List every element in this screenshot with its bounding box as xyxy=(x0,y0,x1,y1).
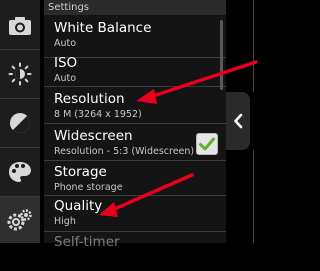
settings-button[interactable] xyxy=(0,197,40,243)
setting-title: Storage xyxy=(54,164,107,180)
setting-value: 8 M (3264 x 1952) xyxy=(54,109,142,120)
color-effect-button[interactable] xyxy=(0,148,40,196)
setting-value: Phone storage xyxy=(54,182,123,193)
setting-widescreen[interactable]: Widescreen Resolution - 5:3 (Widescreen) xyxy=(44,124,226,165)
setting-resolution[interactable]: Resolution 8 M (3264 x 1952) xyxy=(44,87,226,128)
brightness-button[interactable] xyxy=(0,50,40,98)
setting-title: Resolution xyxy=(54,91,125,107)
setting-quality[interactable]: Quality High xyxy=(44,194,226,235)
setting-title: ISO xyxy=(54,55,78,71)
exposure-button[interactable] xyxy=(0,99,40,147)
settings-gears-icon xyxy=(7,209,32,231)
setting-self-timer[interactable]: Self-timer xyxy=(44,230,226,271)
camera-mode-button[interactable] xyxy=(0,2,40,50)
collapse-panel-handle[interactable] xyxy=(226,92,250,150)
chevron-left-icon xyxy=(234,113,243,129)
camera-mode-toolbar xyxy=(0,0,40,243)
palette-icon xyxy=(9,162,31,182)
widescreen-checkbox[interactable] xyxy=(196,133,218,155)
brightness-icon xyxy=(8,62,32,86)
setting-title: Quality xyxy=(54,198,103,214)
settings-scrollbar[interactable] xyxy=(220,20,223,90)
setting-title: White Balance xyxy=(54,20,152,36)
setting-value: High xyxy=(54,216,76,227)
camera-icon xyxy=(9,17,31,35)
setting-value: Auto xyxy=(54,73,77,84)
settings-panel: Settings White Balance Auto ISO Auto Res… xyxy=(44,0,226,250)
setting-value: Auto xyxy=(54,38,77,49)
setting-value: Resolution - 5:3 (Widescreen) xyxy=(54,146,195,157)
exposure-icon xyxy=(10,113,31,134)
settings-header: Settings xyxy=(44,0,226,15)
checkmark-icon xyxy=(199,137,215,151)
setting-title: Widescreen xyxy=(54,128,133,144)
